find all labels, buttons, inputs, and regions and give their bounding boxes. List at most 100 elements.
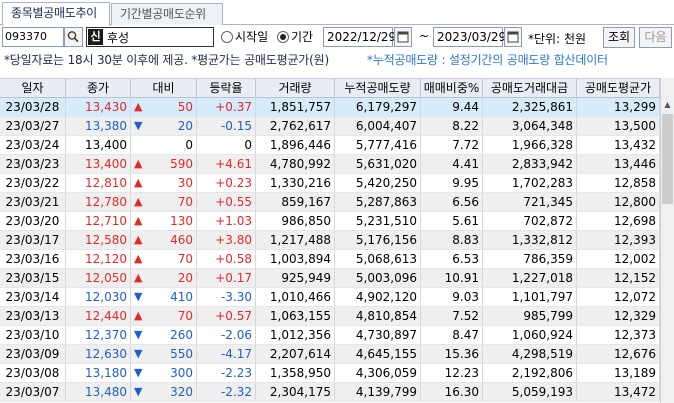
- table-row[interactable]: 23/03/10 12,370 ▼ 260 -2.06 1,012,356 4,730,89…: [0, 326, 660, 345]
- up-arrow-icon: ▲: [134, 157, 143, 170]
- cell-diff: ▲ 70: [131, 307, 197, 325]
- table-row[interactable]: 23/03/15 12,050 ▲ 20 +0.17 925,949 5,003,096 10…: [0, 269, 660, 288]
- header-col-diff[interactable]: 대비: [131, 79, 197, 98]
- cell-amount: 2,192,806: [483, 364, 577, 382]
- cell-diff: ▲ 50: [131, 98, 197, 116]
- cell-avg: 12,676: [577, 345, 660, 363]
- table-row[interactable]: 23/03/07 13,480 ▼ 320 -2.32 2,304,175 4,139,79…: [0, 383, 660, 402]
- table-row[interactable]: 23/03/24 13,400 0 0 1,896,446 5,777,416 7.72 1,…: [0, 136, 660, 155]
- cell-diff: ▲ 30: [131, 174, 197, 192]
- table-row[interactable]: 23/03/13 12,440 ▲ 70 +0.57 1,063,155 4,810,854…: [0, 307, 660, 326]
- search-button[interactable]: [64, 27, 83, 47]
- up-arrow-icon: ▲: [134, 214, 143, 227]
- calendar-icon: [507, 31, 519, 43]
- tab-bar: 종목별공매도추이 기간별공매도순위: [0, 0, 674, 26]
- next-button[interactable]: 다음: [639, 27, 672, 48]
- date-to-input[interactable]: 2023/03/29: [433, 27, 506, 47]
- cell-cum: 4,306,059: [335, 364, 421, 382]
- tab-stock-short-trend[interactable]: 종목별공매도추이: [2, 2, 110, 26]
- table-row[interactable]: 23/03/17 12,580 ▲ 460 +3.80 1,217,488 5,176,15…: [0, 231, 660, 250]
- cell-volume: 2,207,614: [256, 345, 335, 363]
- diff-value: 30: [177, 176, 193, 190]
- diff-value: 20: [177, 271, 193, 285]
- cell-close: 12,030: [66, 288, 131, 306]
- cell-volume: 1,003,894: [256, 250, 335, 268]
- query-button[interactable]: 조회: [603, 27, 635, 48]
- cell-ratio: 8.83: [421, 231, 483, 249]
- cell-date: 23/03/17: [0, 231, 66, 249]
- cell-cum: 5,777,416: [335, 136, 421, 154]
- cell-avg: 12,329: [577, 307, 660, 325]
- stock-name-field[interactable]: 신 후성: [86, 27, 214, 47]
- cell-diff: ▲ 460: [131, 231, 197, 249]
- table-row[interactable]: 23/03/08 13,180 ▼ 300 -2.23 1,358,950 4,306,05…: [0, 364, 660, 383]
- cell-avg: 12,858: [577, 174, 660, 192]
- cell-volume: 986,850: [256, 212, 335, 230]
- cell-rate: +0.57: [197, 307, 256, 325]
- cell-amount: 985,799: [483, 307, 577, 325]
- down-arrow-icon: ▼: [134, 366, 143, 379]
- unit-label: *단위: 천원: [528, 32, 587, 46]
- cell-cum: 6,179,297: [335, 98, 421, 116]
- cell-diff: ▼ 260: [131, 326, 197, 344]
- date-to-calendar-button[interactable]: [504, 27, 522, 47]
- header-col-cumulative[interactable]: 누적공매도량: [335, 79, 421, 98]
- header-col-date[interactable]: 일자: [0, 79, 66, 98]
- cell-ratio: 7.52: [421, 307, 483, 325]
- table-row[interactable]: 23/03/28 13,430 ▲ 50 +0.37 1,851,757 6,179,297…: [0, 98, 660, 117]
- header-col-ratio[interactable]: 매매비중%: [421, 79, 483, 98]
- cell-diff: 0: [131, 136, 197, 154]
- radio-start-date[interactable]: [221, 31, 233, 43]
- table-row[interactable]: 23/03/27 13,380 ▼ 20 -0.15 2,762,617 6,004,407…: [0, 117, 660, 136]
- cell-ratio: 9.44: [421, 98, 483, 116]
- header-col-amount[interactable]: 공매도거래대금: [483, 79, 577, 98]
- vertical-scrollbar[interactable]: ▲: [660, 78, 674, 403]
- diff-value: 70: [177, 195, 193, 209]
- diff-value: 300: [170, 366, 193, 380]
- cell-cum: 5,420,250: [335, 174, 421, 192]
- cell-cum: 4,730,897: [335, 326, 421, 344]
- down-arrow-icon: ▼: [134, 119, 143, 132]
- up-arrow-icon: ▲: [134, 176, 143, 189]
- scroll-up-arrow-icon[interactable]: ▲: [661, 98, 674, 112]
- cell-avg: 12,698: [577, 212, 660, 230]
- diff-value: 130: [170, 214, 193, 228]
- cell-volume: 1,012,356: [256, 326, 335, 344]
- header-col-volume[interactable]: 거래량: [256, 79, 335, 98]
- tab-period-short-ranking[interactable]: 기간별공매도순위: [111, 3, 223, 25]
- up-arrow-icon: ▲: [134, 195, 143, 208]
- cell-ratio: 10.91: [421, 269, 483, 287]
- table-row[interactable]: 23/03/09 12,630 ▼ 550 -4.17 2,207,614 4,645,15…: [0, 345, 660, 364]
- short-selling-window: 종목별공매도추이 기간별공매도순위 093370 신 후성 시작일 기간 202…: [0, 0, 674, 403]
- date-from-input[interactable]: 2022/12/29: [323, 27, 396, 47]
- diff-value: 460: [170, 233, 193, 247]
- cell-amount: 5,059,193: [483, 383, 577, 401]
- cell-amount: 1,060,924: [483, 326, 577, 344]
- table-row[interactable]: 23/03/23 13,400 ▲ 590 +4.61 4,780,992 5,631,02…: [0, 155, 660, 174]
- stock-code-input[interactable]: 093370: [2, 27, 64, 47]
- cell-cum: 4,139,799: [335, 383, 421, 401]
- cell-avg: 12,152: [577, 269, 660, 287]
- header-col-rate[interactable]: 등락율: [197, 79, 256, 98]
- header-col-average[interactable]: 공매도평균가: [577, 79, 660, 98]
- scroll-thumb[interactable]: [662, 114, 673, 204]
- table-row[interactable]: 23/03/22 12,810 ▲ 30 +0.23 1,330,216 5,420,250…: [0, 174, 660, 193]
- radio-period[interactable]: [277, 31, 289, 43]
- table-row[interactable]: 23/03/21 12,780 ▲ 70 +0.55 859,167 5,287,863 6.…: [0, 193, 660, 212]
- cell-avg: 13,500: [577, 117, 660, 135]
- cell-close: 13,480: [66, 383, 131, 401]
- table-row[interactable]: 23/03/14 12,030 ▼ 410 -3.30 1,010,466 4,902,12…: [0, 288, 660, 307]
- header-col-close[interactable]: 종가: [66, 79, 131, 98]
- toolbar: 093370 신 후성 시작일 기간 2022/12/29 ~ 2023/03/…: [0, 25, 674, 49]
- cell-close: 12,370: [66, 326, 131, 344]
- table-row[interactable]: 23/03/20 12,710 ▲ 130 +1.03 986,850 5,231,510 5…: [0, 212, 660, 231]
- date-from-calendar-button[interactable]: [394, 27, 412, 47]
- info-line: *당일자료는 18시 30분 이후에 제공. *평균가는 공매도평균가(원) *…: [0, 50, 674, 70]
- calendar-icon: [397, 31, 409, 43]
- diff-value: 0: [185, 138, 193, 152]
- cell-date: 23/03/08: [0, 364, 66, 382]
- cell-close: 12,120: [66, 250, 131, 268]
- cell-amount: 1,966,328: [483, 136, 577, 154]
- cell-date: 23/03/23: [0, 155, 66, 173]
- table-row[interactable]: 23/03/16 12,120 ▲ 70 +0.58 1,003,894 5,068,613…: [0, 250, 660, 269]
